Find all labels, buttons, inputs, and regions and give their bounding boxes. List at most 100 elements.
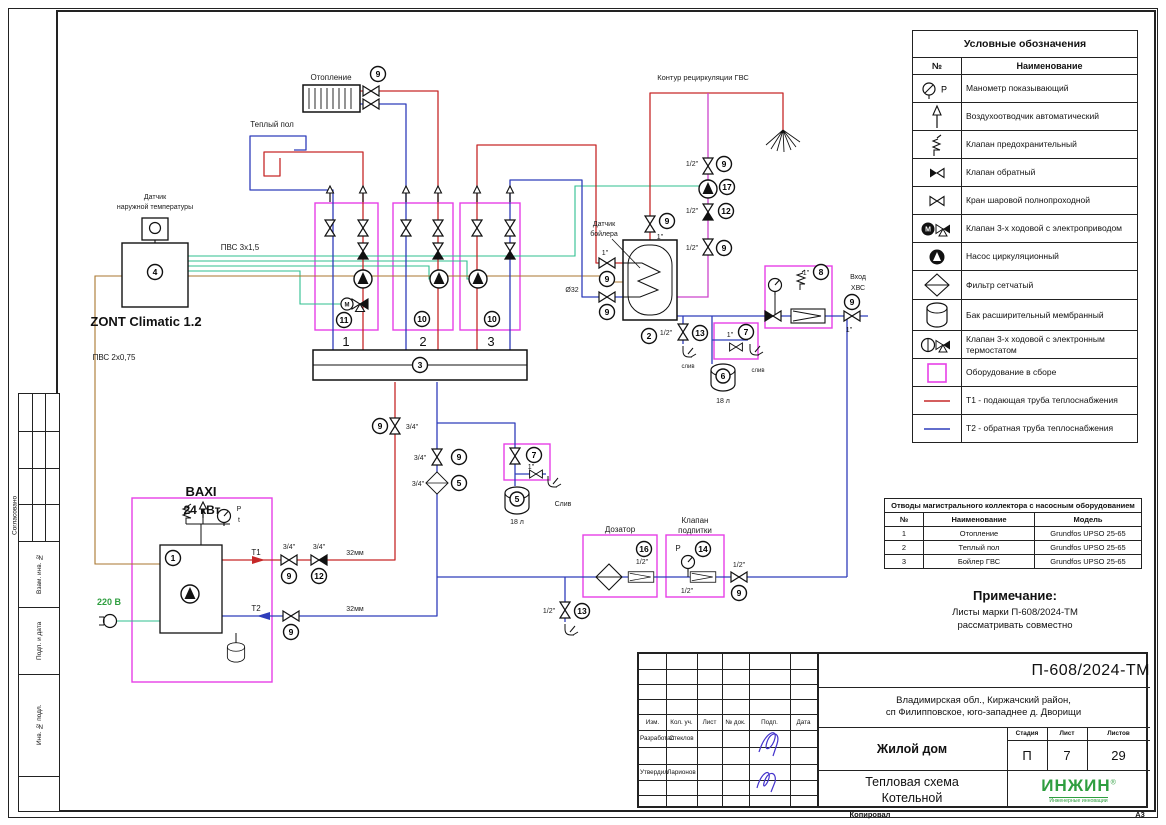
size-1-dhw-out: 1"	[657, 234, 664, 241]
valve-collector-blue	[431, 448, 443, 466]
size-half-recirc-b: 1/2"	[686, 208, 699, 215]
callout-9-t1: 9	[280, 567, 298, 585]
dn32-t2: 32мм	[346, 606, 364, 613]
svg-text:10: 10	[417, 314, 427, 324]
radiator-label: Отопление	[310, 73, 352, 82]
callout-13-makeup: 13	[573, 602, 591, 620]
callout-10a: 10	[413, 310, 431, 328]
svg-text:9: 9	[722, 243, 727, 253]
air-vent-icon	[932, 104, 942, 128]
tb-role-1: Разработал	[640, 735, 675, 742]
radiator-supply-valve	[362, 85, 380, 97]
tank-volume-heating: 18 л	[510, 519, 524, 526]
cable1-label: ПВС 3х1,5	[221, 243, 260, 252]
group1-number: 1	[342, 334, 349, 349]
footer-format: А3	[1135, 810, 1145, 819]
ball-valve-icon	[929, 194, 945, 207]
size-1-cw-inlet: 1"	[846, 327, 853, 334]
size-34-b: 3/4"	[414, 455, 427, 462]
check-valve-icon	[930, 166, 945, 179]
callout-9-recirc-a: 9	[715, 155, 733, 173]
table-row: 1 Отопление Grundfos UPSO 25-65	[885, 527, 1141, 542]
sheet-label: Лист	[1059, 730, 1075, 737]
tb-col-list: Лист	[702, 718, 717, 726]
tb-col-kol: Кол. уч.	[670, 718, 693, 726]
svg-text:9: 9	[722, 159, 727, 169]
svg-text:17: 17	[722, 182, 732, 192]
legend-row: P Манометр показывающий	[913, 75, 1137, 103]
air-vents	[325, 185, 515, 203]
tb-role-2: Утвердил	[640, 768, 668, 776]
svg-text:9: 9	[605, 307, 610, 317]
size-34-t1b: 3/4"	[313, 544, 326, 551]
callout-9-dhw-out: 9	[658, 212, 676, 230]
boiler-expansion-tank	[226, 642, 246, 663]
stage-label: Стадия	[1015, 730, 1039, 737]
svg-text:M: M	[925, 226, 931, 233]
size-half-recirc-a: 1/2"	[686, 161, 699, 168]
object-name: Жилой дом	[876, 741, 948, 756]
t1-label: Т1	[251, 548, 261, 557]
dhw-tank	[622, 239, 678, 321]
heating-tank-drain-valve	[529, 469, 543, 479]
size-half-makeup-drain: 1/2"	[543, 608, 556, 615]
legend-row: Кран шаровой полнопроходной	[913, 187, 1137, 215]
svg-text:8: 8	[819, 267, 824, 277]
legend-row: Клапан предохранительный	[913, 131, 1137, 159]
dhw-sensor-label-2: бойлера	[590, 230, 618, 238]
t2-flow-arrow	[257, 612, 270, 620]
dhw-drain-hook	[682, 345, 697, 358]
svg-text:11: 11	[340, 315, 349, 325]
note-line-2: рассматривать совместно	[957, 619, 1073, 631]
t2-label: Т2	[251, 604, 261, 613]
callout-9-t2: 9	[282, 623, 300, 641]
svg-text:9: 9	[289, 627, 294, 637]
t1-ball-valve	[280, 554, 298, 566]
company-logo: ИНЖИН® Инженерные инновации	[1041, 775, 1116, 804]
legend-row: Т1 - подающая труба теплоснабжения	[913, 387, 1137, 415]
cw-inlet-label-1: Вход	[850, 274, 866, 281]
callout-3: 3	[411, 356, 429, 374]
recirc-loop-label: Контур рециркуляции ГВС	[657, 73, 749, 82]
recirc-valve-top	[702, 157, 714, 175]
cw-gauge	[767, 277, 783, 296]
makeup-drain-hook	[564, 623, 579, 636]
dhw-out-valve	[644, 215, 656, 233]
recirc-check-valve	[702, 203, 714, 221]
doc-code: П-608/2024-ТМ	[1031, 661, 1150, 679]
radiator-return-valve	[362, 98, 380, 110]
size-1-coil-a: 1"	[602, 250, 609, 257]
circulation-pump-icon	[929, 249, 945, 264]
callout-2: 2	[640, 327, 658, 345]
t2-ball-valve	[282, 610, 300, 622]
size-1-dhw-fill: 1"	[727, 332, 734, 339]
size-half-recirc-c: 1/2"	[686, 245, 699, 252]
title-block: Изм. Кол. уч. Лист № док. Подп. Дата Раз…	[637, 652, 1150, 808]
callout-9-coil-a: 9	[598, 270, 616, 288]
callout-7-dhw: 7	[737, 323, 755, 341]
pump-table-title: Отводы магистрального коллектора с насос…	[885, 499, 1141, 514]
callout-10b: 10	[483, 310, 501, 328]
power-plug-icon	[98, 613, 118, 629]
legend-col-no: №	[913, 58, 962, 74]
dozator-strainer	[627, 571, 655, 583]
size-34-a: 3/4"	[406, 424, 419, 431]
cable2-label: ПВС 2х0,75	[93, 353, 136, 362]
callout-6: 6	[715, 368, 731, 384]
cw-strainer	[790, 308, 826, 324]
assembly-box-icon	[927, 362, 947, 383]
svg-text:9: 9	[287, 571, 292, 581]
size-half-makeup: 1/2"	[681, 588, 694, 595]
valve-collector-red	[389, 417, 401, 435]
group-check-valves	[357, 242, 516, 260]
gauge-p-label: P	[237, 506, 242, 513]
drain-label-heating: Слив	[555, 501, 572, 508]
strainer-heating	[425, 471, 449, 495]
drawing-sheet: Согласовано Взам. инв. № Подп. и дата Ин…	[0, 0, 1166, 825]
t1-flow-arrow	[252, 556, 265, 564]
safety-valve-icon	[931, 134, 942, 156]
shower-icon	[765, 129, 801, 153]
size-1-heating-fill: 1"	[528, 464, 535, 471]
t1-line-icon	[924, 399, 950, 402]
callout-16: 16	[635, 540, 653, 558]
